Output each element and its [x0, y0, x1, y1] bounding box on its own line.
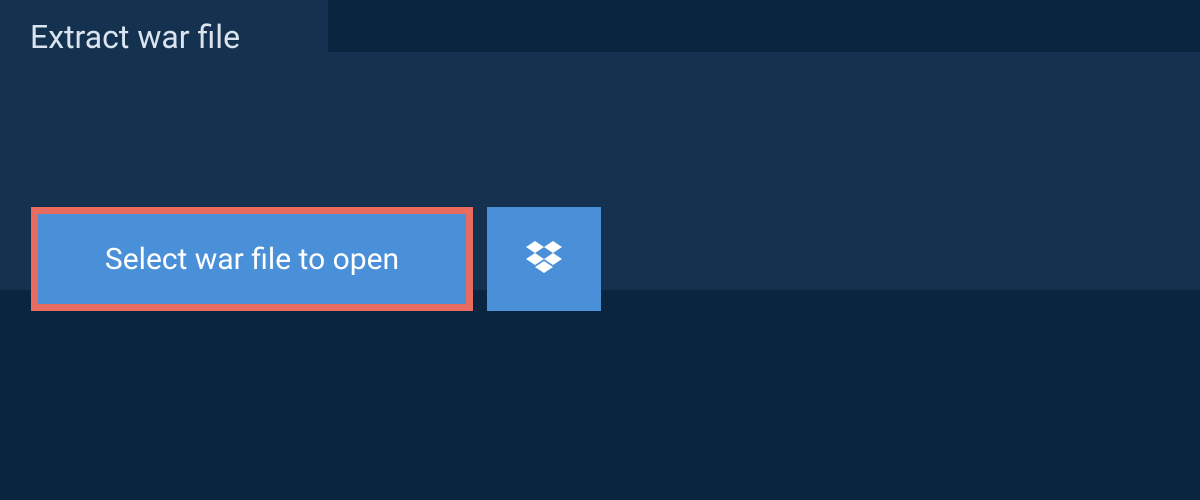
select-file-button-label: Select war file to open	[105, 242, 399, 277]
main-panel: Select war file to open	[0, 52, 1200, 290]
dropbox-icon	[526, 241, 562, 277]
select-file-button[interactable]: Select war file to open	[31, 207, 473, 311]
button-row: Select war file to open	[31, 207, 601, 311]
tab-label: Extract war file	[30, 18, 240, 56]
dropbox-button[interactable]	[487, 207, 601, 311]
